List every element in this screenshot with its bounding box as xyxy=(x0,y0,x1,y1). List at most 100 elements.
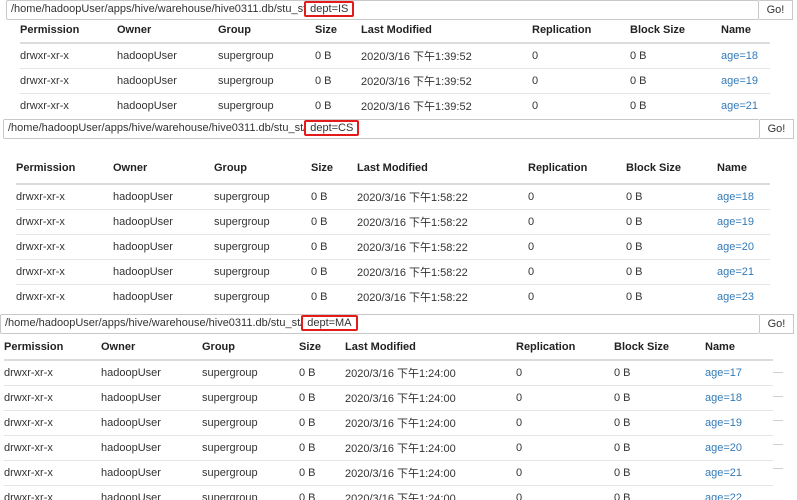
cell-name: age=18 xyxy=(721,43,770,69)
col-name: Name xyxy=(717,153,770,185)
directory-link[interactable]: age=18 xyxy=(717,191,754,203)
cell-block-size: 0 B xyxy=(626,284,717,309)
cell-size: 0 B xyxy=(315,43,361,69)
cell-size: 0 B xyxy=(299,360,345,386)
cell-last-modified: 2020/3/16 下午1:58:22 xyxy=(357,259,528,285)
cell-replication: 0 xyxy=(528,234,626,260)
cell-replication: 0 xyxy=(516,410,614,436)
cell-permission: drwxr-xr-x xyxy=(16,209,113,235)
path-highlight: dept=MA xyxy=(301,315,358,331)
table-row: drwxr-xr-x hadoopUser supergroup 0 B 202… xyxy=(4,485,773,500)
col-size: Size xyxy=(299,335,345,361)
directory-link[interactable]: age=17 xyxy=(705,367,742,379)
cell-replication: 0 xyxy=(528,259,626,285)
directory-link[interactable]: age=20 xyxy=(717,241,754,253)
cell-group: supergroup xyxy=(202,360,299,386)
table-row: drwxr-xr-x hadoopUser supergroup 0 B 202… xyxy=(16,259,770,285)
cell-replication: 0 xyxy=(528,184,626,210)
col-owner: Owner xyxy=(113,153,214,185)
go-button[interactable]: Go! xyxy=(759,0,793,20)
cell-group: supergroup xyxy=(202,410,299,436)
cell-name: age=17 xyxy=(705,360,773,386)
table-row: drwxr-xr-x hadoopUser supergroup 0 B 202… xyxy=(16,284,770,309)
directory-link[interactable]: age=22 xyxy=(705,492,742,500)
col-size: Size xyxy=(311,153,357,185)
directory-link[interactable]: age=18 xyxy=(721,50,758,62)
cell-name: age=20 xyxy=(705,435,773,461)
cell-last-modified: 2020/3/16 下午1:24:00 xyxy=(345,435,516,461)
cell-permission: drwxr-xr-x xyxy=(4,410,101,436)
cell-block-size: 0 B xyxy=(614,360,705,386)
directory-link[interactable]: age=21 xyxy=(721,100,758,112)
col-name: Name xyxy=(721,18,770,44)
cell-group: supergroup xyxy=(214,234,311,260)
go-button[interactable]: Go! xyxy=(760,314,794,334)
col-replication: Replication xyxy=(516,335,614,361)
file-table: Permission Owner Group Size Last Modifie… xyxy=(4,335,773,500)
cell-size: 0 B xyxy=(299,435,345,461)
cell-name: age=19 xyxy=(721,68,770,94)
cell-last-modified: 2020/3/16 下午1:24:00 xyxy=(345,360,516,386)
row-divider xyxy=(773,444,783,445)
col-group: Group xyxy=(202,335,299,361)
directory-link[interactable]: age=23 xyxy=(717,291,754,303)
cell-permission: drwxr-xr-x xyxy=(16,234,113,260)
path-input[interactable]: /home/hadoopUser/apps/hive/warehouse/hiv… xyxy=(3,119,760,139)
table-header-row: Permission Owner Group Size Last Modifie… xyxy=(16,153,770,185)
cell-name: age=23 xyxy=(717,284,770,309)
cell-group: supergroup xyxy=(214,284,311,309)
cell-owner: hadoopUser xyxy=(101,410,202,436)
col-last-modified: Last Modified xyxy=(345,335,516,361)
cell-owner: hadoopUser xyxy=(101,435,202,461)
cell-owner: hadoopUser xyxy=(113,259,214,285)
directory-link[interactable]: age=18 xyxy=(705,392,742,404)
browse-panel-is: /home/hadoopUser/apps/hive/warehouse/hiv… xyxy=(0,0,797,115)
cell-group: supergroup xyxy=(202,460,299,486)
directory-link[interactable]: age=19 xyxy=(705,417,742,429)
table-row: drwxr-xr-x hadoopUser supergroup 0 B 202… xyxy=(16,184,770,210)
col-size: Size xyxy=(315,18,361,44)
cell-permission: drwxr-xr-x xyxy=(4,435,101,461)
cell-permission: drwxr-xr-x xyxy=(16,259,113,285)
col-block-size: Block Size xyxy=(614,335,705,361)
cell-group: supergroup xyxy=(214,184,311,210)
col-last-modified: Last Modified xyxy=(357,153,528,185)
cell-last-modified: 2020/3/16 下午1:58:22 xyxy=(357,284,528,309)
path-input[interactable]: /home/hadoopUser/apps/hive/warehouse/hiv… xyxy=(0,314,760,334)
directory-link[interactable]: age=19 xyxy=(721,75,758,87)
cell-name: age=19 xyxy=(717,209,770,235)
cell-size: 0 B xyxy=(315,93,361,115)
cell-last-modified: 2020/3/16 下午1:58:22 xyxy=(357,209,528,235)
cell-replication: 0 xyxy=(528,209,626,235)
cell-block-size: 0 B xyxy=(630,93,721,115)
cell-name: age=18 xyxy=(717,184,770,210)
cell-name: age=21 xyxy=(721,93,770,115)
cell-group: supergroup xyxy=(214,259,311,285)
table-row: drwxr-xr-x hadoopUser supergroup 0 B 202… xyxy=(16,234,770,260)
cell-block-size: 0 B xyxy=(630,68,721,94)
cell-group: supergroup xyxy=(202,485,299,500)
directory-link[interactable]: age=21 xyxy=(717,266,754,278)
go-button[interactable]: Go! xyxy=(760,119,794,139)
col-owner: Owner xyxy=(101,335,202,361)
table-row: drwxr-xr-x hadoopUser supergroup 0 B 202… xyxy=(16,209,770,235)
cell-name: age=21 xyxy=(717,259,770,285)
col-block-size: Block Size xyxy=(626,153,717,185)
cell-replication: 0 xyxy=(516,485,614,500)
cell-block-size: 0 B xyxy=(626,209,717,235)
directory-link[interactable]: age=20 xyxy=(705,442,742,454)
cell-owner: hadoopUser xyxy=(117,68,218,94)
cell-replication: 0 xyxy=(532,93,630,115)
cell-last-modified: 2020/3/16 下午1:58:22 xyxy=(357,234,528,260)
cell-last-modified: 2020/3/16 下午1:39:52 xyxy=(361,68,532,94)
cell-owner: hadoopUser xyxy=(113,209,214,235)
cell-group: supergroup xyxy=(218,68,315,94)
table-header-row: Permission Owner Group Size Last Modifie… xyxy=(4,335,773,361)
directory-link[interactable]: age=21 xyxy=(705,467,742,479)
cell-owner: hadoopUser xyxy=(113,284,214,309)
table-row: drwxr-xr-x hadoopUser supergroup 0 B 202… xyxy=(4,435,773,461)
col-permission: Permission xyxy=(16,153,113,185)
path-input[interactable]: /home/hadoopUser/apps/hive/warehouse/hiv… xyxy=(6,0,759,20)
cell-replication: 0 xyxy=(528,284,626,309)
directory-link[interactable]: age=19 xyxy=(717,216,754,228)
